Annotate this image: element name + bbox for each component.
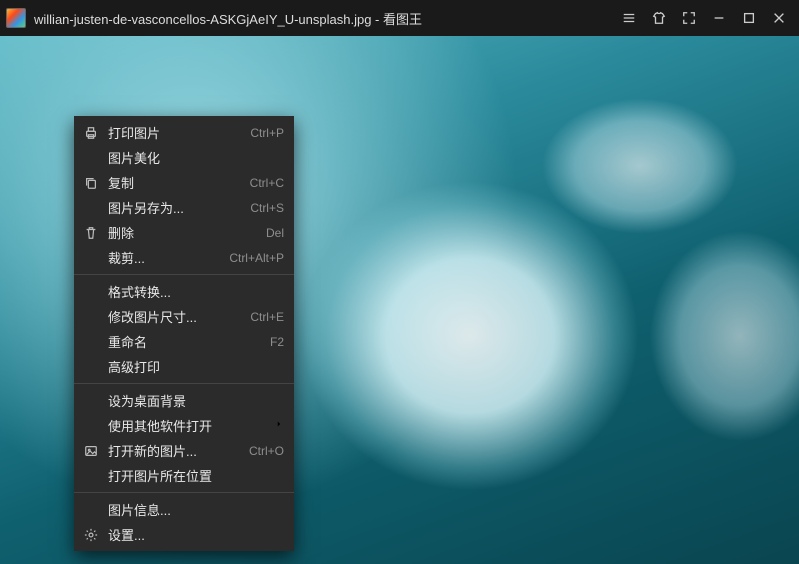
menu-item-label: 图片另存为...	[108, 198, 242, 217]
menu-item-shortcut: Del	[266, 226, 284, 240]
menu-item-label: 打开图片所在位置	[108, 466, 284, 485]
close-button[interactable]	[765, 4, 793, 32]
no-icon	[82, 467, 100, 485]
no-icon	[82, 149, 100, 167]
no-icon	[82, 417, 100, 435]
image-viewport[interactable]: 打印图片 Ctrl+P 图片美化复制 Ctrl+C 图片另存为... Ctrl+S 删除 De…	[0, 36, 799, 564]
no-icon	[82, 283, 100, 301]
no-icon	[82, 199, 100, 217]
app-window: willian-justen-de-vasconcellos-ASKGjAeIY…	[0, 0, 799, 564]
no-icon	[82, 249, 100, 267]
context-menu: 打印图片 Ctrl+P 图片美化复制 Ctrl+C 图片另存为... Ctrl+S 删除 De…	[74, 116, 294, 551]
maximize-button[interactable]	[735, 4, 763, 32]
menu-item[interactable]: 打印图片 Ctrl+P	[74, 120, 294, 145]
menu-item-shortcut: Ctrl+O	[249, 444, 284, 458]
menu-item[interactable]: 打开图片所在位置	[74, 463, 294, 488]
menu-item[interactable]: 重命名 F2	[74, 329, 294, 354]
menu-item[interactable]: 删除 Del	[74, 220, 294, 245]
titlebar[interactable]: willian-justen-de-vasconcellos-ASKGjAeIY…	[0, 0, 799, 36]
menu-item-label: 高级打印	[108, 357, 284, 376]
menu-item-label: 裁剪...	[108, 248, 221, 267]
menu-item[interactable]: 图片信息...	[74, 497, 294, 522]
menu-item-label: 复制	[108, 173, 242, 192]
menu-item-label: 修改图片尺寸...	[108, 307, 242, 326]
no-icon	[82, 501, 100, 519]
menu-item-label: 图片美化	[108, 148, 284, 167]
titlebar-controls	[615, 4, 793, 32]
no-icon	[82, 308, 100, 326]
menu-item-label: 重命名	[108, 332, 262, 351]
fullscreen-button[interactable]	[675, 4, 703, 32]
menu-item[interactable]: 复制 Ctrl+C	[74, 170, 294, 195]
menu-item-label: 设为桌面背景	[108, 391, 284, 410]
menu-item-label: 删除	[108, 223, 258, 242]
no-icon	[82, 392, 100, 410]
menu-item-shortcut: Ctrl+E	[250, 310, 284, 324]
menu-item[interactable]: 设置...	[74, 522, 294, 547]
menu-item[interactable]: 高级打印	[74, 354, 294, 379]
menu-item-shortcut: Ctrl+S	[250, 201, 284, 215]
no-icon	[82, 358, 100, 376]
gear-icon	[82, 526, 100, 544]
menu-item-shortcut: F2	[270, 335, 284, 349]
menu-item-label: 使用其他软件打开	[108, 416, 266, 435]
print-icon	[82, 124, 100, 142]
menu-item[interactable]: 设为桌面背景	[74, 388, 294, 413]
menu-separator	[74, 274, 294, 275]
menu-item[interactable]: 图片美化	[74, 145, 294, 170]
image-icon	[82, 442, 100, 460]
menu-item-label: 设置...	[108, 525, 284, 544]
menu-item-shortcut: Ctrl+Alt+P	[229, 251, 284, 265]
app-icon	[6, 8, 26, 28]
window-title: willian-justen-de-vasconcellos-ASKGjAeIY…	[34, 9, 615, 28]
menu-separator	[74, 383, 294, 384]
menu-item-label: 图片信息...	[108, 500, 284, 519]
menu-item[interactable]: 修改图片尺寸... Ctrl+E	[74, 304, 294, 329]
no-icon	[82, 333, 100, 351]
menu-item[interactable]: 裁剪... Ctrl+Alt+P	[74, 245, 294, 270]
menu-item-label: 打印图片	[108, 123, 242, 142]
menu-item[interactable]: 图片另存为... Ctrl+S	[74, 195, 294, 220]
menu-item-shortcut: Ctrl+C	[250, 176, 284, 190]
menu-item-label: 格式转换...	[108, 282, 284, 301]
menu-item[interactable]: 使用其他软件打开	[74, 413, 294, 438]
delete-icon	[82, 224, 100, 242]
minimize-button[interactable]	[705, 4, 733, 32]
menu-item-shortcut: Ctrl+P	[250, 126, 284, 140]
chevron-right-icon	[274, 419, 284, 432]
menu-item[interactable]: 格式转换...	[74, 279, 294, 304]
menu-separator	[74, 492, 294, 493]
menu-item-label: 打开新的图片...	[108, 441, 241, 460]
menu-item[interactable]: 打开新的图片... Ctrl+O	[74, 438, 294, 463]
menu-button[interactable]	[615, 4, 643, 32]
copy-icon	[82, 174, 100, 192]
skin-button[interactable]	[645, 4, 673, 32]
